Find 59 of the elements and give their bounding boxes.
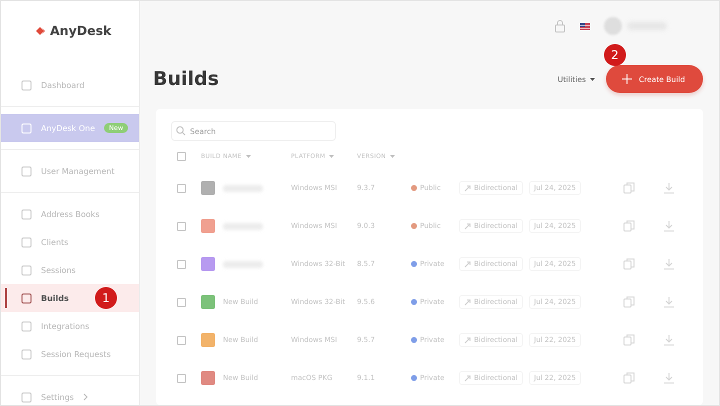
square-outline-icon <box>21 166 32 176</box>
row-checkbox[interactable] <box>177 222 186 230</box>
diagonal-arrow-icon <box>464 222 471 230</box>
download-icon[interactable] <box>663 220 675 232</box>
select-all-checkbox[interactable] <box>177 152 186 160</box>
step-marker: 1 <box>95 287 117 309</box>
square-outline-icon <box>21 292 32 304</box>
row-checkbox[interactable] <box>177 336 186 344</box>
download-icon[interactable] <box>663 296 675 308</box>
copy-icon[interactable] <box>623 182 635 194</box>
diagonal-arrow-icon <box>464 184 471 192</box>
search-icon <box>176 126 186 136</box>
nav-item[interactable]: Session Requests <box>1 340 139 368</box>
diagonal-arrow-icon <box>464 374 471 382</box>
row-checkbox[interactable] <box>177 184 186 192</box>
copy-icon[interactable] <box>623 258 635 270</box>
nav-item[interactable]: Sessions <box>1 256 139 284</box>
nav-item[interactable]: Dashboard <box>1 71 139 99</box>
sort-caret-icon <box>246 154 251 158</box>
nav-item[interactable]: Integrations <box>1 312 139 340</box>
download-icon[interactable] <box>663 372 675 384</box>
download-icon[interactable] <box>663 182 675 194</box>
diagonal-arrow-icon <box>464 298 471 306</box>
row-checkbox[interactable] <box>177 260 186 268</box>
logo-text: AnyDesk <box>50 23 112 38</box>
square-outline-icon <box>21 80 32 90</box>
logo-icon <box>35 24 46 36</box>
download-icon[interactable] <box>663 258 675 270</box>
sort-caret-icon <box>329 154 334 158</box>
row-checkbox[interactable] <box>177 298 186 306</box>
nav-item[interactable]: User Management <box>1 157 139 185</box>
square-outline-icon <box>21 320 32 332</box>
caret-down-icon <box>590 78 595 80</box>
page-title: Builds <box>153 68 220 90</box>
nav-item[interactable]: Clients <box>1 228 139 256</box>
copy-icon[interactable] <box>623 334 635 346</box>
diagonal-arrow-icon <box>464 260 471 268</box>
lock-icon[interactable] <box>554 19 566 33</box>
nav-item[interactable]: Builds 1 <box>1 284 139 312</box>
chevron-right-icon <box>82 393 88 401</box>
flag-icon[interactable] <box>580 22 590 30</box>
square-outline-icon <box>21 236 32 248</box>
nav-item[interactable]: Address Books <box>1 200 139 228</box>
square-outline-icon <box>21 122 32 134</box>
nav-item[interactable]: Settings <box>1 383 139 406</box>
diagonal-arrow-icon <box>464 336 471 344</box>
copy-icon[interactable] <box>623 296 635 308</box>
plus-icon <box>622 74 632 84</box>
square-outline-icon <box>21 208 32 220</box>
copy-icon[interactable] <box>623 220 635 232</box>
download-icon[interactable] <box>663 334 675 346</box>
square-outline-icon <box>21 392 32 402</box>
row-checkbox[interactable] <box>177 374 186 382</box>
sort-caret-icon <box>390 154 395 158</box>
avatar[interactable] <box>604 17 622 35</box>
step-marker: 2 <box>604 44 626 66</box>
copy-icon[interactable] <box>623 372 635 384</box>
square-outline-icon <box>21 264 32 276</box>
square-outline-icon <box>21 348 32 360</box>
